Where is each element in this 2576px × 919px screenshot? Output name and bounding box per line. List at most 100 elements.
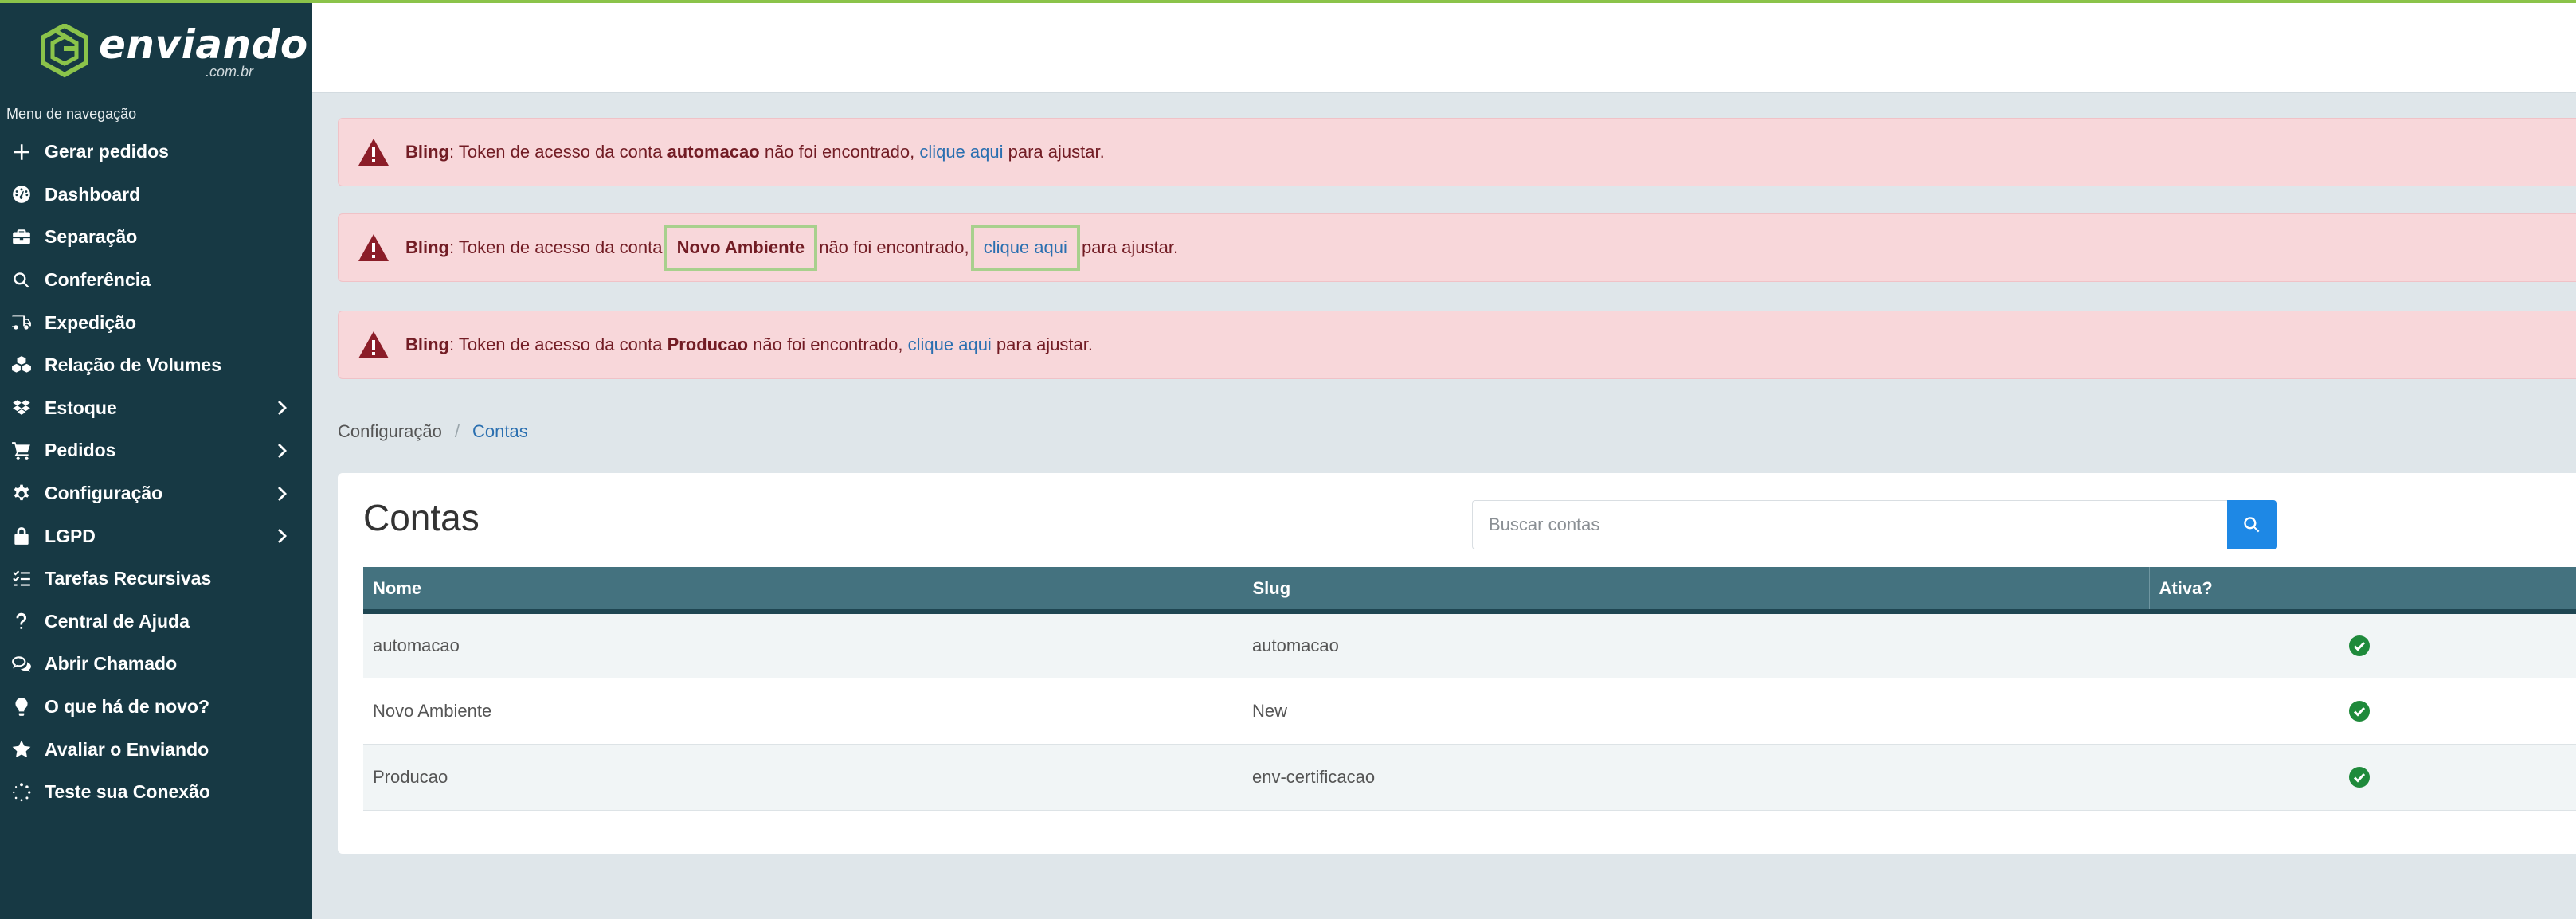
sidebar-item-label: Gerar pedidos bbox=[45, 141, 169, 162]
sidebar-item-estoque[interactable]: Estoque bbox=[0, 387, 312, 430]
chevron-right-icon bbox=[277, 442, 288, 460]
cart-icon bbox=[10, 439, 33, 463]
alert-text: não foi encontrado, bbox=[759, 142, 920, 162]
sidebar-item-conferencia[interactable]: Conferência bbox=[0, 259, 312, 302]
sidebar-item-label: Expedição bbox=[45, 311, 137, 333]
sidebar-item-relacao-de-volumes[interactable]: Relação de Volumes bbox=[0, 344, 312, 387]
sidebar-item-teste-sua-conexao[interactable]: Teste sua Conexão bbox=[0, 771, 312, 814]
accounts-card: Contas Nome Slug Ativa? automacao automa… bbox=[338, 473, 2576, 854]
sidebar-item-gerar-pedidos[interactable]: Gerar pedidos bbox=[0, 131, 312, 174]
table-row[interactable]: Producao env-certificacao bbox=[363, 744, 2576, 811]
alert-text: : Token de acesso da conta bbox=[449, 142, 667, 162]
chevron-right-icon bbox=[277, 527, 288, 545]
table-row[interactable]: automacao automacao bbox=[363, 612, 2576, 678]
cell-slug: env-certificacao bbox=[1243, 744, 2149, 811]
search-box bbox=[1472, 500, 2277, 549]
active-check-icon bbox=[2348, 635, 2370, 657]
briefcase-icon bbox=[10, 225, 33, 249]
alert-text: para ajustar. bbox=[991, 334, 1093, 354]
sidebar-item-label: O que há de novo? bbox=[45, 696, 210, 718]
alert-message: Bling: Token de acesso da conta Novo Amb… bbox=[405, 225, 1178, 271]
sidebar-item-label: Estoque bbox=[45, 397, 117, 418]
sidebar-item-label: Tarefas Recursivas bbox=[45, 568, 212, 589]
active-check-icon bbox=[2348, 766, 2370, 788]
table-header-row: Nome Slug Ativa? bbox=[363, 567, 2576, 614]
alert-text: : Token de acesso da conta bbox=[449, 334, 667, 354]
alert-source: Bling bbox=[405, 142, 449, 162]
sidebar-item-central-de-ajuda[interactable]: Central de Ajuda bbox=[0, 600, 312, 643]
alert-fix-link[interactable]: clique aqui bbox=[919, 142, 1003, 162]
chevron-right-icon bbox=[277, 399, 288, 416]
alert-text: para ajustar. bbox=[1003, 142, 1105, 162]
sidebar-item-lgpd[interactable]: LGPD bbox=[0, 514, 312, 557]
alert-token-automacao: Bling: Token de acesso da conta automaca… bbox=[338, 118, 2576, 186]
brand-cube-icon bbox=[40, 22, 89, 78]
cell-slug: automacao bbox=[1243, 612, 2149, 678]
alert-source: Bling bbox=[405, 334, 449, 354]
sidebar-item-o-que-ha-de-novo[interactable]: O que há de novo? bbox=[0, 686, 312, 729]
alert-token-producao: Bling: Token de acesso da conta Producao… bbox=[338, 311, 2576, 379]
sidebar-item-label: LGPD bbox=[45, 525, 96, 546]
cell-ativa bbox=[2149, 612, 2576, 678]
brand-name: enviando bbox=[99, 22, 308, 68]
column-header-ativa[interactable]: Ativa? bbox=[2149, 567, 2576, 614]
cell-slug: New bbox=[1243, 678, 2149, 745]
page-title: Contas bbox=[363, 497, 480, 538]
alert-token-novo-ambiente: Bling: Token de acesso da conta Novo Amb… bbox=[338, 213, 2576, 282]
sidebar-item-label: Central de Ajuda bbox=[45, 610, 190, 632]
column-header-nome[interactable]: Nome bbox=[363, 567, 1243, 614]
sidebar-item-label: Conferência bbox=[45, 269, 151, 291]
breadcrumb-item-configuracao[interactable]: Configuração bbox=[338, 420, 442, 443]
cubes-icon bbox=[10, 354, 33, 377]
truck-icon bbox=[10, 311, 33, 334]
warning-icon bbox=[358, 138, 390, 166]
warning-icon bbox=[358, 233, 390, 262]
search-input[interactable] bbox=[1472, 500, 2227, 549]
sidebar-item-abrir-chamado[interactable]: Abrir Chamado bbox=[0, 643, 312, 686]
cell-ativa bbox=[2149, 744, 2576, 811]
sidebar-item-avaliar-o-enviando[interactable]: Avaliar o Enviando bbox=[0, 728, 312, 771]
alert-text: não foi encontrado, bbox=[748, 334, 908, 354]
alert-fix-link[interactable]: clique aqui bbox=[908, 334, 992, 354]
sidebar-item-tarefas-recursivas[interactable]: Tarefas Recursivas bbox=[0, 557, 312, 600]
sidebar-item-dashboard[interactable]: Dashboard bbox=[0, 174, 312, 217]
breadcrumb: Configuração / Contas bbox=[338, 420, 528, 443]
breadcrumb-item-contas[interactable]: Contas bbox=[472, 420, 528, 443]
question-icon bbox=[10, 609, 33, 633]
chat-icon bbox=[10, 652, 33, 676]
sidebar-item-label: Pedidos bbox=[45, 440, 116, 461]
search-button[interactable] bbox=[2227, 500, 2277, 549]
alert-source: Bling bbox=[405, 237, 449, 257]
column-header-slug[interactable]: Slug bbox=[1243, 567, 2150, 614]
star-icon bbox=[10, 737, 33, 761]
alert-account-name: Producao bbox=[667, 334, 749, 354]
sidebar-item-label: Teste sua Conexão bbox=[45, 781, 210, 803]
lightbulb-icon bbox=[10, 695, 33, 719]
sidebar: enviando .com.br Menu de navegação Gerar… bbox=[0, 0, 312, 919]
cell-ativa bbox=[2149, 678, 2576, 745]
alert-text: : Token de acesso da conta bbox=[449, 237, 667, 257]
gear-icon bbox=[10, 482, 33, 506]
cell-nome: automacao bbox=[363, 612, 1243, 678]
brand-logo[interactable]: enviando .com.br bbox=[40, 21, 307, 80]
chevron-right-icon bbox=[277, 485, 288, 503]
alert-account-name: Novo Ambiente bbox=[664, 225, 818, 271]
gauge-icon bbox=[10, 182, 33, 206]
sidebar-item-label: Dashboard bbox=[45, 183, 141, 205]
alert-message: Bling: Token de acesso da conta Producao… bbox=[405, 334, 1093, 355]
alert-text: para ajustar. bbox=[1076, 237, 1179, 257]
sidebar-item-pedidos[interactable]: Pedidos bbox=[0, 429, 312, 472]
sidebar-item-configuracao[interactable]: Configuração bbox=[0, 472, 312, 515]
search-icon bbox=[10, 268, 33, 292]
alert-message: Bling: Token de acesso da conta automaca… bbox=[405, 142, 1105, 162]
sidebar-item-expedicao[interactable]: Expedição bbox=[0, 301, 312, 344]
sidebar-nav: Gerar pedidos Dashboard Separação Confer… bbox=[0, 131, 312, 814]
table-row[interactable]: Novo Ambiente New bbox=[363, 678, 2576, 745]
alert-account-name: automacao bbox=[667, 142, 760, 162]
sidebar-item-separacao[interactable]: Separação bbox=[0, 216, 312, 259]
sidebar-item-label: Avaliar o Enviando bbox=[45, 738, 209, 760]
cell-nome: Producao bbox=[363, 744, 1243, 811]
alert-fix-link[interactable]: clique aqui bbox=[970, 225, 1080, 271]
sidebar-item-label: Abrir Chamado bbox=[45, 653, 178, 675]
brand-domain: .com.br bbox=[206, 64, 254, 80]
